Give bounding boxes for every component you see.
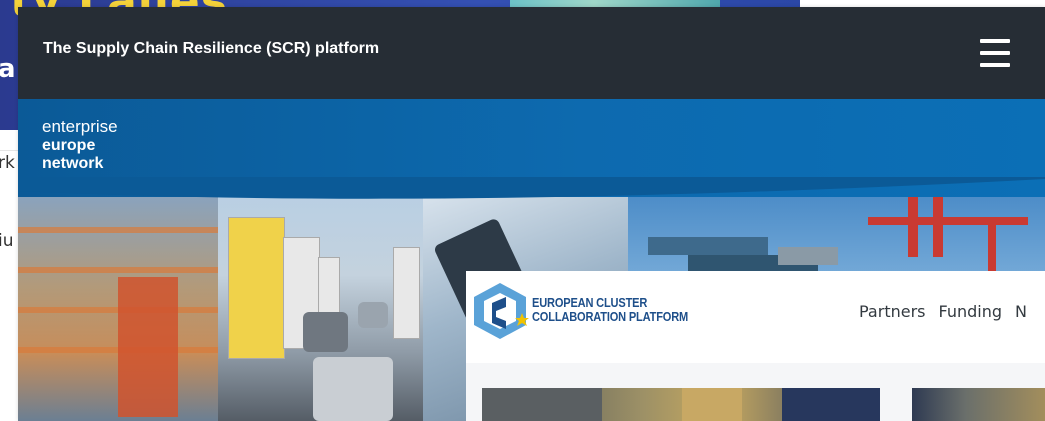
- background-text-fragment: iu: [0, 231, 14, 251]
- background-text-fragment: rk: [0, 153, 15, 173]
- warehouse-photo: [18, 197, 218, 421]
- eccp-feature-tile[interactable]: [912, 388, 1045, 421]
- een-logo-line-2: europe: [42, 137, 96, 154]
- hamburger-bar: [980, 39, 1010, 43]
- eccp-header: EUROPEAN CLUSTER COLLABORATION PLATFORM …: [466, 271, 1045, 363]
- eccp-logo-line-1: EUROPEAN CLUSTER: [532, 295, 648, 310]
- scr-header: The Supply Chain Resilience (SCR) platfo…: [18, 7, 1045, 99]
- hamburger-menu-icon[interactable]: [980, 39, 1010, 67]
- een-band-curve: [18, 177, 1045, 199]
- hamburger-bar: [980, 63, 1010, 67]
- hamburger-bar: [980, 51, 1010, 55]
- nav-item-truncated[interactable]: N: [1015, 302, 1027, 321]
- eccp-logo-text[interactable]: EUROPEAN CLUSTER COLLABORATION PLATFORM: [532, 296, 688, 324]
- eccp-card: EUROPEAN CLUSTER COLLABORATION PLATFORM …: [466, 271, 1045, 421]
- background-divider: [0, 150, 20, 151]
- een-logo-line-3: network: [42, 155, 104, 172]
- scr-platform-title[interactable]: The Supply Chain Resilience (SCR) platfo…: [43, 40, 379, 58]
- background-banner-subtitle: a: [0, 54, 16, 84]
- eccp-logo-line-2: COLLABORATION PLATFORM: [532, 309, 689, 324]
- eccp-feature-tile[interactable]: [482, 388, 880, 421]
- forklift-shape: [118, 277, 178, 417]
- eccp-logo-icon[interactable]: [470, 279, 530, 343]
- enterprise-europe-network-logo[interactable]: enterprise europe network: [42, 117, 118, 173]
- een-logo-line-1: enterprise: [42, 117, 118, 136]
- eccp-nav: Partners Funding N: [859, 302, 1040, 321]
- nav-item-partners[interactable]: Partners: [859, 302, 925, 321]
- trucks-traffic-photo: [218, 197, 423, 421]
- nav-item-funding[interactable]: Funding: [938, 302, 1002, 321]
